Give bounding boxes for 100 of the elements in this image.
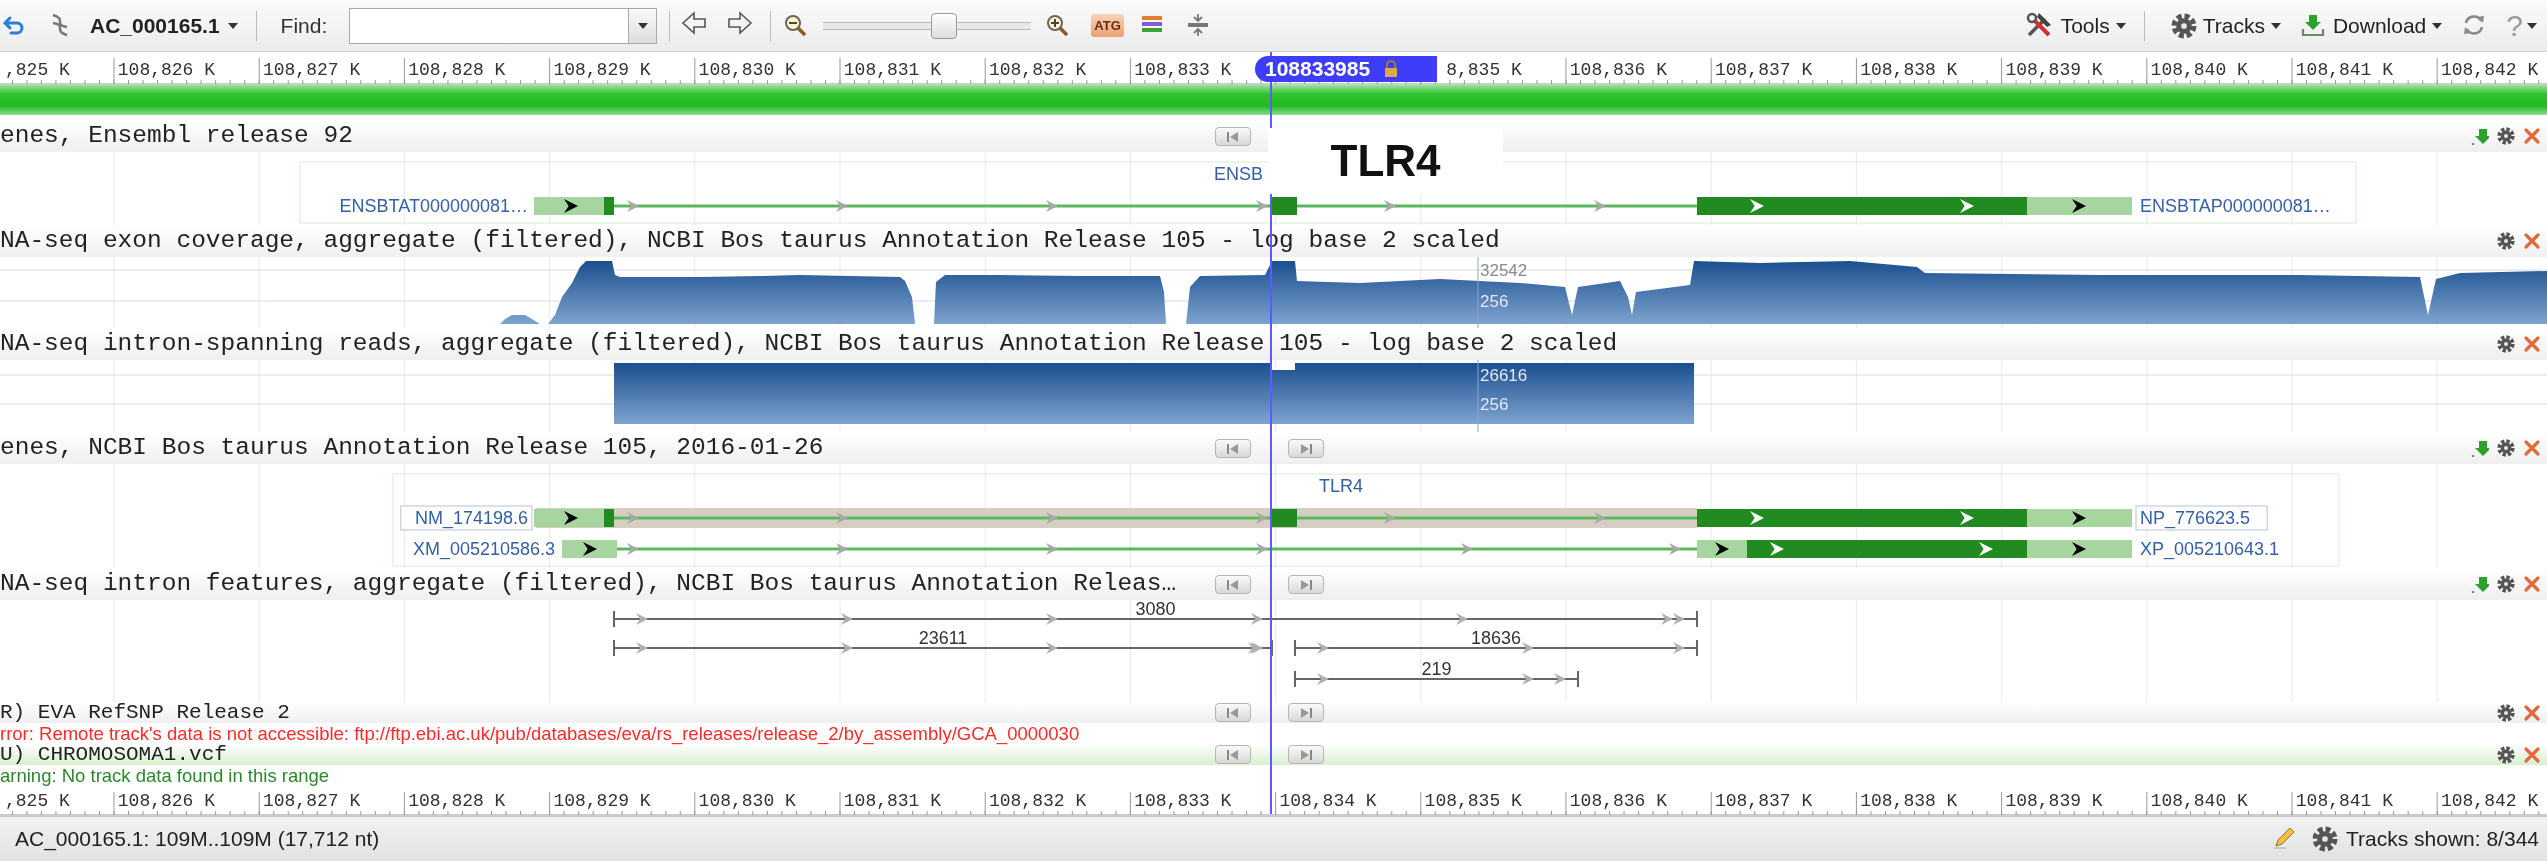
ruler-label: 108,831 K (843, 60, 941, 80)
download-icon (2300, 12, 2327, 39)
transcript-label[interactable]: NP_776623.5 (2135, 505, 2268, 531)
lock-icon (1384, 60, 1399, 78)
intron-length: 23611 (918, 628, 968, 648)
ruler-label: 108,838 K (1860, 60, 1958, 80)
error-message: rror: Remote track's data is not accessible: ftp://ftp.ebi.ac.uk/pub/databases/eva/rs_releases/release_2/by_assembly/GCA_0000030 (0, 723, 1081, 744)
ruler-label: 108,828 K (408, 791, 506, 811)
track-title: NA-seq intron-spanning reads, aggregate (filtered), NCBI Bos taurus Annotation Release 105 - log base 2 scaled (0, 329, 1618, 359)
settings-button[interactable] (2497, 703, 2515, 722)
position-line[interactable] (1270, 52, 1272, 814)
warning-message: arning: No track data found in this range (0, 765, 331, 786)
transcript-label[interactable]: ENSBTAP000000081… (2140, 196, 2331, 216)
close-button[interactable] (2523, 703, 2541, 722)
transcript-label[interactable]: NM_174198.6 (400, 505, 533, 531)
close-button[interactable] (2523, 575, 2541, 593)
menu-button[interactable]: Tools (2018, 10, 2132, 41)
ruler-label: 108,841 K (2295, 791, 2393, 811)
ruler-label: 108,827 K (263, 791, 361, 811)
sequence-view-button[interactable]: ATG (1091, 14, 1124, 37)
find-field[interactable] (349, 7, 630, 44)
slider-thumb[interactable] (930, 12, 957, 39)
gene-label[interactable]: TLR4 (1319, 476, 1363, 496)
ruler-label: 108,832 K (989, 60, 1087, 80)
gene-label[interactable]: ENSB (1214, 164, 1264, 184)
dropdown-button[interactable] (629, 7, 658, 44)
scale-label: 256 (1480, 292, 1509, 311)
intron-length: 18636 (1470, 628, 1522, 648)
previous-feature-button[interactable] (1215, 127, 1251, 146)
ruler-label: 8,835 K (1446, 60, 1522, 80)
next-feature-button[interactable] (1288, 439, 1324, 458)
ruler-label: 108,827 K (263, 60, 361, 80)
caret-icon (2527, 22, 2537, 29)
settings-button[interactable] (2497, 575, 2515, 593)
download-button[interactable] (2471, 575, 2489, 593)
ruler-label: 108,837 K (1715, 791, 1813, 811)
transcript-drawing[interactable] (562, 540, 2132, 558)
next-feature-button[interactable] (1288, 703, 1324, 722)
transcript-label[interactable]: XP_005210643.1 (2140, 539, 2280, 559)
ruler-label: 108,830 K (698, 60, 796, 80)
intron-length: 3080 (1135, 600, 1176, 619)
next-feature-button[interactable] (1288, 575, 1324, 594)
settings-button[interactable] (2497, 232, 2515, 250)
tracks-shown-button[interactable]: Tracks shown: 8/344 (2312, 826, 2539, 852)
ruler-label: 108,836 K (1569, 60, 1667, 80)
track-title: enes, NCBI Bos taurus Annotation Release 105, 2016-01-26 (0, 433, 824, 463)
scale-label: 26616 (1480, 366, 1528, 385)
previous-feature-button[interactable] (1215, 745, 1251, 764)
skip-back-icon (1226, 443, 1240, 454)
ruler-label: 108,833 K (1134, 791, 1232, 811)
position-marker[interactable]: 108833985 (1255, 56, 1437, 82)
download-button[interactable] (2471, 439, 2489, 457)
previous-feature-button[interactable] (1215, 575, 1251, 594)
ruler-label: ,825 K (5, 791, 70, 811)
menu-button[interactable]: Download (2294, 12, 2449, 39)
skip-back-icon (1226, 579, 1240, 590)
sequence-menu[interactable]: AC_000165.1 (84, 13, 244, 38)
ruler-label: 108,837 K (1715, 60, 1813, 80)
close-button[interactable] (2523, 439, 2541, 457)
track-title: enes, Ensembl release 92 (0, 121, 353, 151)
download-button[interactable] (2471, 127, 2489, 145)
ruler-label: 108,829 K (553, 60, 651, 80)
settings-button[interactable] (2497, 127, 2515, 145)
close-button[interactable] (2523, 127, 2541, 145)
skip-forward-icon (1299, 749, 1313, 760)
transcript-label[interactable]: ENSBTAT000000081… (339, 196, 528, 216)
ruler-label: 108,835 K (1424, 791, 1522, 811)
close-button[interactable] (2523, 745, 2541, 764)
settings-button[interactable] (2497, 745, 2515, 764)
menu-button[interactable]: Tracks (2164, 12, 2287, 39)
track-title: NA-seq intron features, aggregate (filtered), NCBI Bos taurus Annotation Releas… (0, 569, 1177, 599)
skip-back-icon (1226, 707, 1240, 718)
skip-forward-icon (1299, 443, 1313, 454)
transcript-drawing[interactable] (534, 509, 2132, 527)
track-title: R) EVA RefSNP Release 2 (0, 702, 290, 723)
caret-icon (227, 22, 238, 29)
transcript-label[interactable]: XM_005210586.3 (412, 539, 555, 559)
ruler-label: 108,829 K (553, 791, 651, 811)
transcript-drawing[interactable] (534, 197, 2132, 215)
ruler-label: 108,828 K (408, 60, 506, 80)
scale-label: 32542 (1480, 261, 1528, 280)
previous-feature-button[interactable] (1215, 703, 1251, 722)
caret-icon (2432, 22, 2443, 29)
previous-feature-button[interactable] (1215, 439, 1251, 458)
find-label: Find: (280, 13, 328, 38)
skip-back-icon (1226, 749, 1240, 760)
settings-icon (2312, 826, 2338, 852)
ruler-label: 108,840 K (2150, 791, 2248, 811)
caret-icon (2270, 22, 2281, 29)
ruler-label: 108,842 K (2441, 60, 2539, 80)
close-button[interactable] (2523, 335, 2541, 353)
ruler-label: 108,840 K (2150, 60, 2248, 80)
ruler-label: 108,841 K (2295, 60, 2393, 80)
ruler-label: 108,826 K (117, 60, 215, 80)
intron-length: 219 (1421, 659, 1452, 679)
next-feature-button[interactable] (1288, 745, 1324, 764)
ruler-label: 108,831 K (843, 791, 941, 811)
settings-button[interactable] (2497, 439, 2515, 457)
settings-button[interactable] (2497, 335, 2515, 353)
close-button[interactable] (2523, 232, 2541, 250)
